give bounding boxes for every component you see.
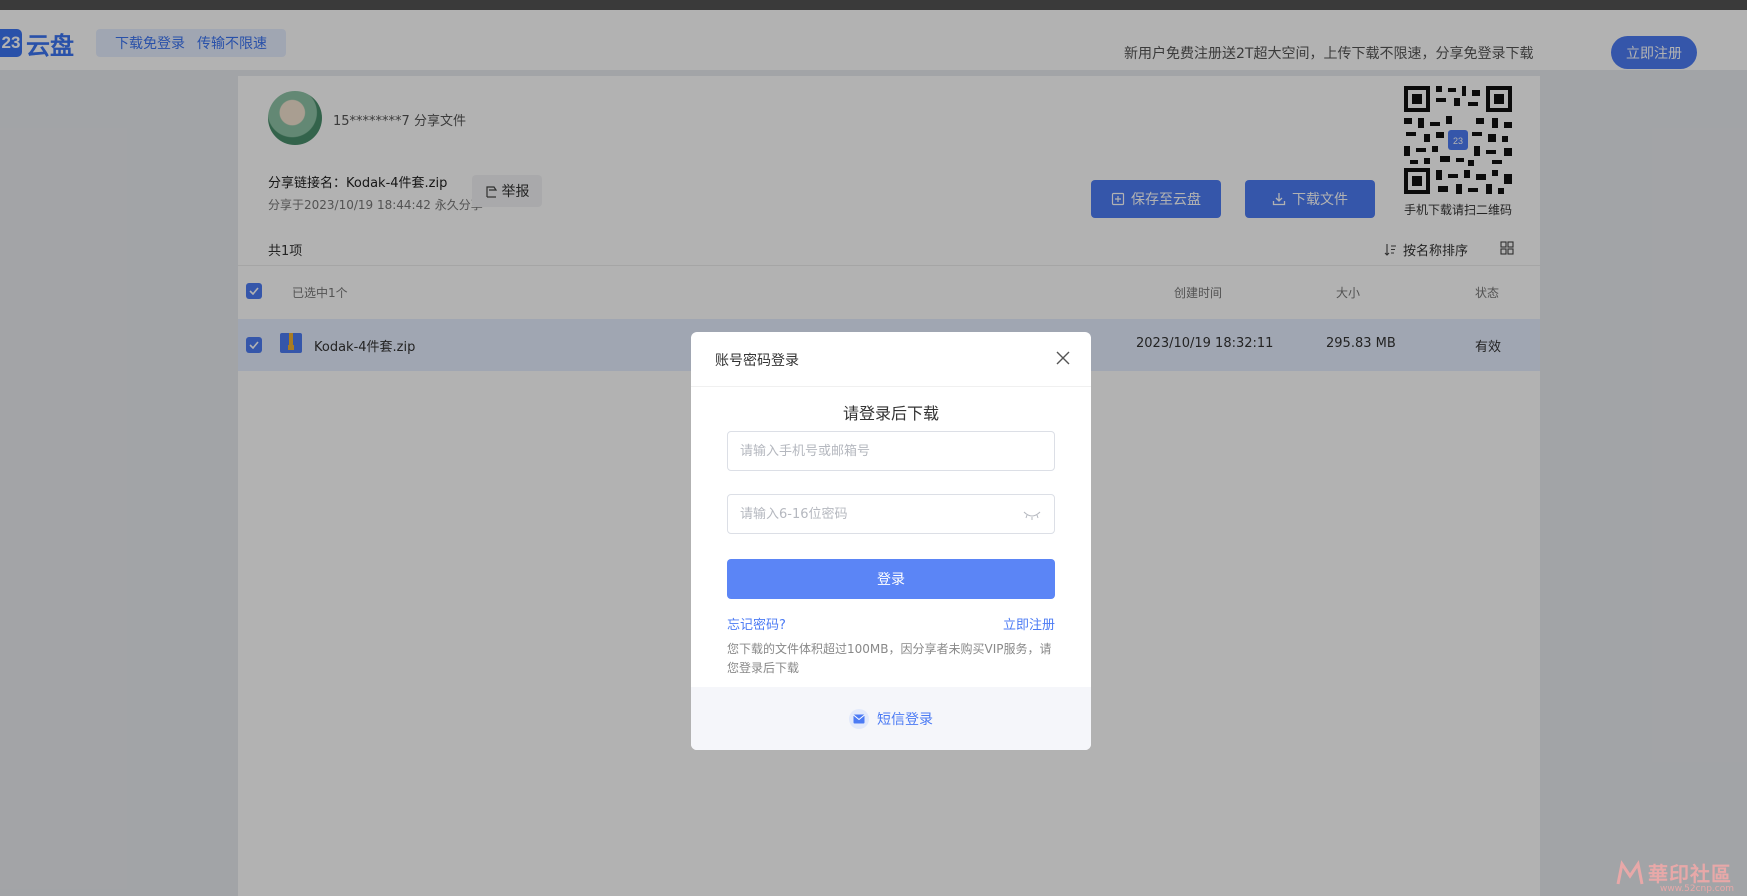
watermark-logo-icon xyxy=(1616,859,1644,884)
password-input[interactable] xyxy=(727,494,1055,534)
window-top-bar xyxy=(0,0,1747,10)
login-button[interactable]: 登录 xyxy=(727,559,1055,599)
mail-icon xyxy=(849,708,869,729)
modal-heading: 请登录后下载 xyxy=(842,404,939,423)
register-link[interactable]: 立即注册 xyxy=(1003,614,1055,633)
eye-closed-icon[interactable] xyxy=(1023,510,1041,520)
account-input[interactable] xyxy=(727,431,1055,471)
close-icon[interactable] xyxy=(1055,350,1071,366)
watermark: 華印社區 xyxy=(1616,858,1732,887)
modal-title: 账号密码登录 xyxy=(715,353,799,369)
modal-divider xyxy=(691,386,1091,387)
watermark-text: 華印社區 xyxy=(1648,862,1732,886)
sms-login-label: 短信登录 xyxy=(877,711,933,728)
watermark-url: www.52cnp.com xyxy=(1660,884,1735,894)
forgot-password-link[interactable]: 忘记密码? xyxy=(727,614,786,633)
sms-login-button[interactable]: 短信登录 xyxy=(691,687,1091,750)
download-notice: 您下载的文件体积超过100MB，因分享者未购买VIP服务，请您登录后下载 xyxy=(727,642,1052,675)
login-modal: 账号密码登录 请登录后下载 登录 忘记密码? 立即注册 您下载的文件体积超过10… xyxy=(691,332,1091,750)
